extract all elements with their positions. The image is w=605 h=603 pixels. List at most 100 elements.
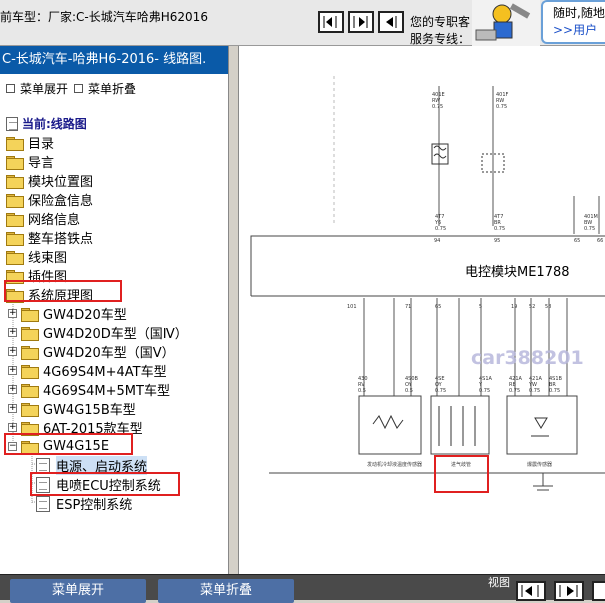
nav-prev-icon <box>521 585 539 597</box>
nav-back-button[interactable] <box>378 11 404 33</box>
tree-item-network[interactable]: 网络信息 <box>6 209 80 228</box>
nav-back-icon <box>386 16 397 28</box>
folder-icon <box>6 174 24 189</box>
tree-item-label: 线束图 <box>28 251 68 266</box>
folder-icon <box>6 155 24 170</box>
expand-icon[interactable]: + <box>8 366 17 375</box>
collapse-menu-toggle[interactable]: 菜单折叠 <box>74 80 136 97</box>
service-line-1: 您的专职客 <box>410 15 471 29</box>
tree-item-fuse-box[interactable]: 保险盒信息 <box>6 190 93 209</box>
folder-icon <box>6 193 24 208</box>
tree-subitem-gw4d20[interactable]: + GW4D20车型 <box>8 304 127 323</box>
expand-icon[interactable]: + <box>8 385 17 394</box>
expand-icon[interactable]: + <box>8 309 17 318</box>
tree-item-label: ESP控制系统 <box>56 498 133 513</box>
knock-sensor-box <box>506 395 578 455</box>
wiring-diagram[interactable]: 401E RW 0.75 401F RW 0.75 4T7 Y6 0.75 4T… <box>238 46 605 574</box>
nav-prev-button[interactable] <box>318 11 344 33</box>
bottom-prev-button[interactable] <box>516 581 546 601</box>
folder-icon <box>21 383 39 398</box>
tree-current-node[interactable]: 当前:线路图 <box>6 114 87 133</box>
tree-item-module-location[interactable]: 模块位置图 <box>6 171 93 190</box>
tree-subitem-gw4d20-v[interactable]: + GW4D20车型（国Ⅴ） <box>8 342 175 361</box>
tree-item-label: GW4D20车型 <box>43 308 127 323</box>
ad-link[interactable]: >>用户 <box>553 22 605 39</box>
folder-icon <box>6 231 24 246</box>
wire-code: 0.75 <box>529 388 540 394</box>
pin-label: 65 <box>574 238 580 244</box>
intake-manifold-box <box>430 395 490 455</box>
document-icon <box>36 495 50 512</box>
mid-code: 0.75 <box>435 226 446 232</box>
tree-item-label: 整车搭铁点 <box>28 232 94 247</box>
highlight-box-schematic <box>4 280 122 302</box>
tree-subitem-gw4d20d[interactable]: + GW4D20D车型（国Ⅳ） <box>8 323 188 342</box>
component-label: 发动机冷却液温度传感器 <box>367 461 422 468</box>
component-label: 爆震传感器 <box>527 461 552 468</box>
pin-label: 65 <box>435 304 441 310</box>
vehicle-title: 前车型：厂家:C-长城汽车哈弗H62016 <box>0 10 208 24</box>
folder-icon <box>21 421 39 436</box>
coolant-sensor-box <box>358 395 422 455</box>
nav-next-button[interactable] <box>348 11 374 33</box>
bottom-next-button[interactable] <box>554 581 584 601</box>
wire-code: 0.75 <box>549 388 560 394</box>
tree-item-label: GW4D20车型（国Ⅴ） <box>43 346 175 361</box>
collapse-label: 菜单折叠 <box>88 82 137 96</box>
wire-label: 0.75 <box>496 104 507 110</box>
pin-label: 52 <box>529 304 535 310</box>
mascot-image <box>472 0 540 46</box>
expand-icon[interactable]: + <box>8 328 17 337</box>
bottom-expand-button[interactable]: 菜单展开 <box>10 579 146 603</box>
tree-subitem-4g69-4at[interactable]: +4G69S4M+4AT车型 <box>8 361 167 380</box>
bottom-bar: 菜单展开 菜单折叠 视图 <box>0 574 605 603</box>
ad-box: 随时,随地 >>用户 <box>541 0 605 44</box>
module-title: 电控模块ME1788 <box>465 265 570 280</box>
bottom-back-button[interactable] <box>592 581 605 601</box>
tree-item-label: 4G69S4M+5MT车型 <box>43 384 170 399</box>
service-text: 您的专职客 服务专线： <box>410 14 470 48</box>
folder-icon <box>21 345 39 360</box>
tree-leaf-esp-control[interactable]: ESP控制系统 <box>36 494 132 513</box>
left-header: C-长城汽车-哈弗H6-2016- 线路图. <box>0 46 228 74</box>
top-nav-buttons <box>318 11 404 33</box>
tree-item-catalog[interactable]: 目录 <box>6 133 54 152</box>
nav-next-icon <box>559 585 578 597</box>
document-icon <box>6 116 18 131</box>
expand-icon[interactable]: + <box>8 347 17 356</box>
left-panel: C-长城汽车-哈弗H6-2016- 线路图. 菜单展开 菜单折叠 当前:线路图 … <box>0 46 229 574</box>
checkbox-icon <box>6 84 15 93</box>
tree-item-label: GW4G15B车型 <box>43 403 136 418</box>
wire-code: 0.75 <box>435 388 446 394</box>
folder-icon <box>21 364 39 379</box>
menu-toggles: 菜单展开 菜单折叠 <box>6 80 136 97</box>
expand-menu-toggle[interactable]: 菜单展开 <box>6 80 68 97</box>
wire-code: 0.75 <box>479 388 490 394</box>
pin-label: 19 <box>511 304 517 310</box>
tree-item-harness[interactable]: 线束图 <box>6 247 67 266</box>
top-bar: 前车型：厂家:C-长城汽车哈弗H62016 您的专职客 服务专线： 随时,随地 … <box>0 0 605 46</box>
tree-item-ground-points[interactable]: 整车搭铁点 <box>6 228 93 247</box>
tree-subitem-4g69-5mt[interactable]: +4G69S4M+5MT车型 <box>8 380 170 399</box>
bottom-collapse-button[interactable]: 菜单折叠 <box>158 579 294 603</box>
checkbox-icon <box>74 84 84 93</box>
tree-item-label: 导言 <box>28 156 55 171</box>
highlight-box-ecu <box>30 472 180 496</box>
tree-item-label: 目录 <box>28 137 55 152</box>
expand-icon[interactable]: + <box>8 423 17 432</box>
folder-icon <box>21 326 39 341</box>
nav-next-icon <box>353 16 368 28</box>
watermark-text: car388201 <box>471 347 584 369</box>
current-label: 当前:线路图 <box>22 117 87 131</box>
pin-label: 71 <box>405 304 411 310</box>
left-panel-divider[interactable] <box>229 46 238 574</box>
mid-code: 0.75 <box>584 226 595 232</box>
tree-item-label: GW4D20D车型（国Ⅳ） <box>43 327 188 342</box>
wire-label: 0.75 <box>432 104 443 110</box>
tree-item-intro[interactable]: 导言 <box>6 152 54 171</box>
tree-subitem-gw4g15b[interactable]: + GW4G15B车型 <box>8 399 136 418</box>
expand-icon[interactable]: + <box>8 404 17 413</box>
pin-label: 95 <box>494 238 500 244</box>
pin-label: 101 <box>347 304 357 310</box>
expand-label: 菜单展开 <box>20 82 69 96</box>
